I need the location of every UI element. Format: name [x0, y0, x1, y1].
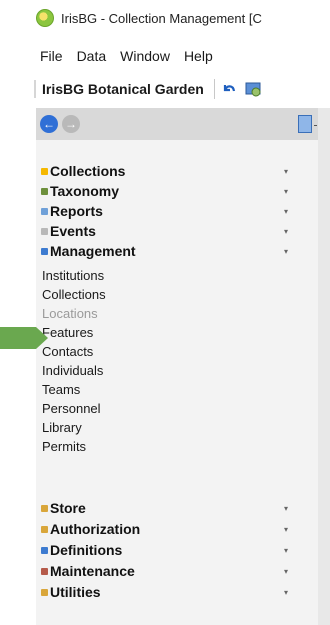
section-label: Collections: [50, 163, 126, 179]
menu-data[interactable]: Data: [70, 48, 114, 64]
section-label: Reports: [50, 203, 103, 219]
item-contacts[interactable]: Contacts: [42, 342, 93, 361]
section-label: Authorization: [50, 521, 141, 537]
tool-icon: [245, 82, 261, 97]
chevron-down-icon[interactable]: ▾: [284, 504, 288, 513]
management-icon: [41, 247, 48, 255]
section-label: Utilities: [50, 584, 101, 600]
section-label: Taxonomy: [50, 183, 119, 199]
section-label: Store: [50, 500, 86, 516]
toolbar-grip[interactable]: [34, 80, 36, 98]
chevron-down-icon[interactable]: ▾: [284, 207, 288, 216]
content-area-edge: [318, 108, 330, 625]
store-icon: [41, 504, 48, 512]
section-maintenance[interactable]: Maintenance ▾: [36, 561, 318, 581]
undo-icon: [223, 85, 235, 92]
chevron-down-icon[interactable]: ▾: [284, 227, 288, 236]
section-label: Definitions: [50, 542, 123, 558]
undo-button[interactable]: [219, 79, 239, 99]
item-library[interactable]: Library: [42, 418, 82, 437]
section-taxonomy[interactable]: Taxonomy ▾: [36, 181, 318, 201]
garden-selector[interactable]: IrisBG Botanical Garden: [42, 81, 204, 97]
chevron-down-icon[interactable]: ▾: [284, 525, 288, 534]
menu-window[interactable]: Window: [113, 48, 177, 64]
maintenance-icon: [41, 567, 48, 575]
taxonomy-icon: [41, 187, 48, 195]
chevron-down-icon[interactable]: ▾: [284, 167, 288, 176]
arrow-right-icon: →: [65, 117, 77, 131]
navigation-panel: ← → Collections ▾ Taxonomy ▾ Reports ▾ E…: [36, 108, 319, 625]
back-button[interactable]: ←: [40, 115, 58, 133]
chevron-up-icon[interactable]: ▾: [284, 247, 288, 256]
item-permits[interactable]: Permits: [42, 437, 86, 456]
app-logo-icon: [36, 9, 54, 27]
utilities-icon: [41, 588, 48, 596]
arrow-left-icon: ←: [43, 117, 55, 131]
chevron-down-icon[interactable]: ▾: [284, 588, 288, 597]
events-icon: [41, 227, 48, 235]
collections-icon: [41, 167, 48, 175]
toolbar: IrisBG Botanical Garden: [0, 76, 330, 102]
definitions-icon: [41, 546, 48, 554]
section-utilities[interactable]: Utilities ▾: [36, 582, 318, 602]
section-collections[interactable]: Collections ▾: [36, 161, 318, 181]
chevron-down-icon[interactable]: ▾: [284, 546, 288, 555]
forward-button[interactable]: →: [62, 115, 80, 133]
title-bar: IrisBG - Collection Management [C: [0, 0, 330, 36]
section-management[interactable]: Management ▾: [36, 241, 318, 261]
section-label: Maintenance: [50, 563, 135, 579]
item-collections[interactable]: Collections: [42, 285, 106, 304]
section-events[interactable]: Events ▾: [36, 221, 318, 241]
section-store[interactable]: Store ▾: [36, 498, 318, 518]
panel-view-button[interactable]: [298, 115, 317, 133]
window-title: IrisBG - Collection Management [C: [61, 10, 262, 26]
item-teams[interactable]: Teams: [42, 380, 80, 399]
item-personnel[interactable]: Personnel: [42, 399, 101, 418]
toolbar-separator: [213, 79, 215, 99]
item-features[interactable]: Features: [42, 323, 93, 342]
highlight-arrow-icon: [0, 327, 48, 349]
authorization-icon: [41, 525, 48, 533]
section-definitions[interactable]: Definitions ▾: [36, 540, 318, 560]
panel-header: ← →: [36, 108, 318, 140]
chevron-down-icon[interactable]: ▾: [284, 187, 288, 196]
section-authorization[interactable]: Authorization ▾: [36, 519, 318, 539]
section-label: Management: [50, 243, 136, 259]
section-label: Events: [50, 223, 96, 239]
menu-bar: File Data Window Help: [0, 44, 330, 68]
item-locations[interactable]: Locations: [42, 304, 98, 323]
item-individuals[interactable]: Individuals: [42, 361, 103, 380]
item-institutions[interactable]: Institutions: [42, 266, 104, 285]
menu-help[interactable]: Help: [177, 48, 220, 64]
menu-file[interactable]: File: [33, 48, 70, 64]
chevron-down-icon[interactable]: ▾: [284, 567, 288, 576]
toolbar-tool-button[interactable]: [243, 79, 263, 99]
section-reports[interactable]: Reports ▾: [36, 201, 318, 221]
reports-icon: [41, 207, 48, 215]
